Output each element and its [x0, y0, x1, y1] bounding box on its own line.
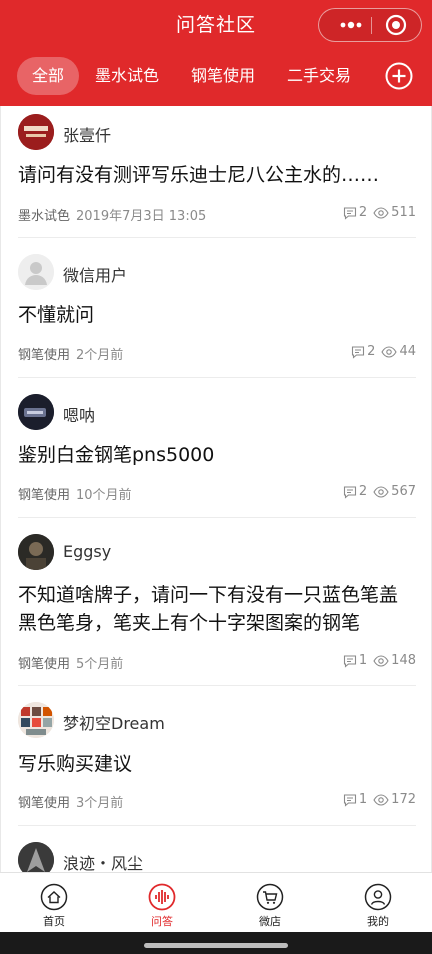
question-stats: 2 44 — [351, 344, 416, 359]
comment-icon — [343, 206, 356, 220]
username: 嗯呐 — [63, 406, 96, 425]
home-indicator[interactable] — [144, 943, 288, 948]
question-title[interactable]: 写乐购买建议 — [18, 750, 410, 778]
question-meta: 墨水试色 2019年7月3日 13:05 — [18, 205, 206, 224]
comment-icon — [343, 485, 356, 499]
comment-count: 2 — [358, 484, 368, 499]
cart-icon — [256, 883, 284, 911]
view-eye-icon — [373, 654, 389, 667]
question-time: 3个月前 — [76, 796, 124, 811]
target-circle-icon[interactable] — [385, 14, 407, 36]
view-count: 148 — [391, 653, 416, 668]
question-category[interactable]: 钢笔使用 — [18, 348, 70, 363]
view-eye-icon — [373, 206, 389, 219]
nav-qa[interactable]: 问答 — [108, 873, 216, 933]
list-item[interactable]: 张壹仟 请问有没有测评写乐迪士尼八公主水的…… 墨水试色 2019年7月3日 13… — [1, 106, 431, 240]
question-stats: 1 172 — [343, 792, 416, 807]
tab-pen-use[interactable]: 钢笔使用 — [186, 57, 260, 95]
home-icon — [40, 883, 68, 911]
question-title[interactable]: 不知道啥牌子，请问一下有没有一只蓝色笔盖黑色笔身，笔夹上有个十字架图案的钢笔 — [18, 581, 410, 637]
question-meta: 钢笔使用 5个月前 — [18, 653, 123, 672]
question-time: 2019年7月3日 13:05 — [76, 209, 207, 224]
view-count: 44 — [399, 344, 416, 359]
view-count: 172 — [391, 792, 416, 807]
nav-qa-label: 问答 — [151, 915, 173, 928]
list-item[interactable]: 浪迹・风尘 — [1, 826, 431, 872]
mini-program-capsule — [318, 8, 422, 42]
username: 微信用户 — [63, 266, 128, 285]
comment-icon — [343, 654, 356, 668]
question-stats: 2 511 — [343, 205, 416, 220]
comment-icon — [343, 793, 356, 807]
nav-home[interactable]: 首页 — [0, 873, 108, 933]
avatar — [18, 702, 54, 738]
view-count: 567 — [391, 484, 416, 499]
soundwave-icon — [148, 883, 176, 911]
username: 张壹仟 — [63, 126, 112, 145]
question-meta: 钢笔使用 2个月前 — [18, 344, 123, 363]
username: 浪迹・风尘 — [63, 854, 144, 872]
avatar — [18, 534, 54, 570]
avatar — [18, 114, 54, 150]
nav-mine-label: 我的 — [367, 915, 389, 928]
question-time: 2个月前 — [76, 348, 124, 363]
plus-circle-icon[interactable] — [384, 61, 414, 91]
user-icon — [364, 883, 392, 911]
more-dots-icon[interactable] — [333, 9, 369, 41]
app-header: 问答社区 全部 墨水试色 钢笔使用 二手交易 — [0, 0, 432, 106]
username: Eggsy — [63, 542, 112, 561]
comment-count: 1 — [358, 792, 368, 807]
question-title[interactable]: 请问有没有测评写乐迪士尼八公主水的…… — [18, 161, 410, 189]
category-tabs: 全部 墨水试色 钢笔使用 二手交易 — [0, 57, 432, 97]
bottom-nav: 首页 问答 微店 我的 — [0, 872, 432, 932]
nav-shop-label: 微店 — [259, 915, 281, 928]
list-item[interactable]: 梦初空Dream 写乐购买建议 钢笔使用 3个月前 1 172 — [1, 686, 431, 826]
question-category[interactable]: 钢笔使用 — [18, 657, 70, 672]
question-meta: 钢笔使用 10个月前 — [18, 484, 132, 503]
list-item[interactable]: Eggsy 不知道啥牌子，请问一下有没有一只蓝色笔盖黑色笔身，笔夹上有个十字架图… — [1, 518, 431, 686]
question-category[interactable]: 墨水试色 — [18, 209, 70, 224]
list-item[interactable]: 微信用户 不懂就问 钢笔使用 2个月前 2 44 — [1, 238, 431, 378]
username: 梦初空Dream — [63, 714, 165, 733]
view-count: 511 — [391, 205, 416, 220]
capsule-divider — [371, 17, 372, 34]
question-stats: 2 567 — [343, 484, 416, 499]
list-item[interactable]: 嗯呐 鉴别白金钢笔pns5000 钢笔使用 10个月前 2 567 — [1, 378, 431, 518]
avatar — [18, 254, 54, 290]
avatar — [18, 394, 54, 430]
question-title[interactable]: 不懂就问 — [18, 301, 410, 329]
view-eye-icon — [373, 485, 389, 498]
question-category[interactable]: 钢笔使用 — [18, 488, 70, 503]
question-meta: 钢笔使用 3个月前 — [18, 792, 123, 811]
nav-home-label: 首页 — [43, 915, 65, 928]
question-time: 10个月前 — [76, 488, 132, 503]
question-list: 张壹仟 请问有没有测评写乐迪士尼八公主水的…… 墨水试色 2019年7月3日 13… — [0, 106, 432, 872]
tab-all[interactable]: 全部 — [17, 57, 79, 95]
nav-mine[interactable]: 我的 — [324, 873, 432, 933]
nav-shop[interactable]: 微店 — [216, 873, 324, 933]
tab-ink-test[interactable]: 墨水试色 — [90, 57, 164, 95]
comment-count: 2 — [358, 205, 368, 220]
question-category[interactable]: 钢笔使用 — [18, 796, 70, 811]
question-stats: 1 148 — [343, 653, 416, 668]
tab-second-hand[interactable]: 二手交易 — [282, 57, 356, 95]
comment-icon — [352, 345, 365, 359]
question-title[interactable]: 鉴别白金钢笔pns5000 — [18, 441, 410, 469]
system-home-bar — [0, 932, 432, 954]
comment-count: 2 — [367, 344, 376, 359]
view-eye-icon — [381, 345, 398, 358]
comment-count: 1 — [358, 653, 368, 668]
view-eye-icon — [373, 793, 389, 806]
avatar — [18, 842, 54, 872]
question-time: 5个月前 — [76, 657, 124, 672]
